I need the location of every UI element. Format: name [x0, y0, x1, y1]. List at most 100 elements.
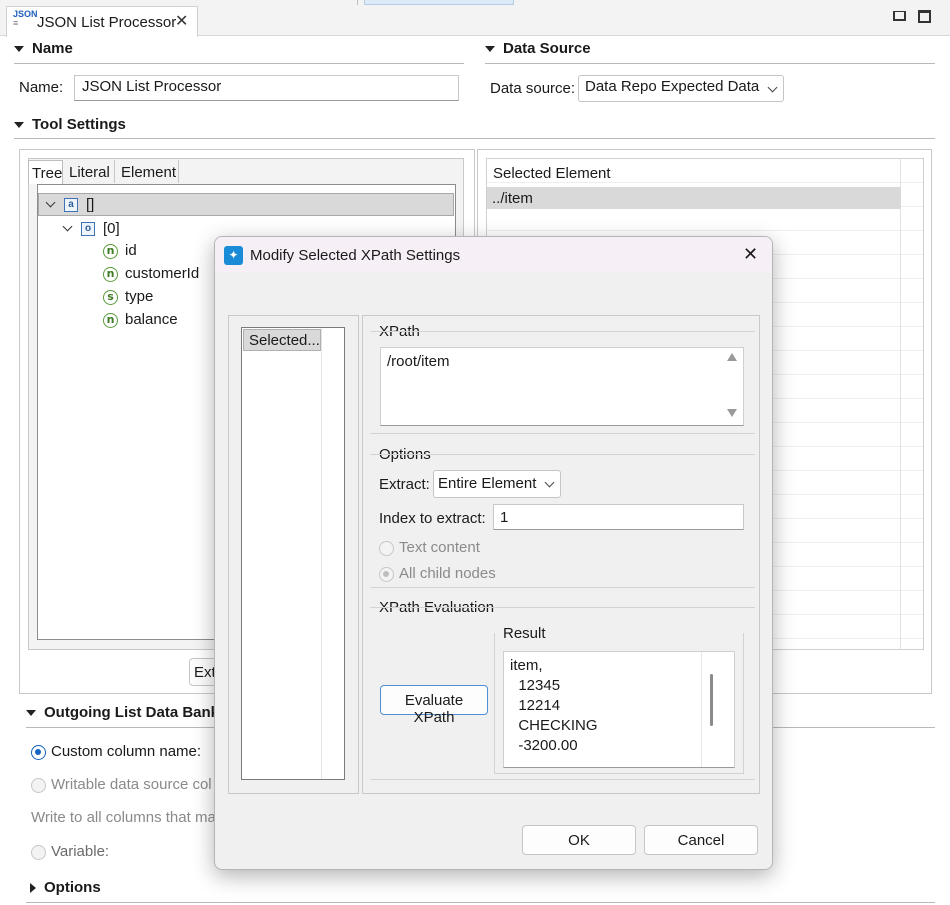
- tool-settings-title: Tool Settings: [32, 116, 126, 133]
- editor-tab-bar: JSON ≡ JSON List Processor ✕: [0, 6, 950, 37]
- tab-literal[interactable]: Literal: [64, 160, 115, 183]
- text-content-radio[interactable]: [379, 540, 394, 556]
- chevron-down-icon: [767, 82, 778, 93]
- list-column-divider: [321, 328, 322, 779]
- index-label: Index to extract:: [379, 510, 486, 527]
- index-input[interactable]: 1: [493, 504, 744, 530]
- json-file-icon: JSON ≡: [13, 9, 38, 28]
- tab-element[interactable]: Element: [116, 160, 179, 183]
- name-section-divider: [14, 63, 464, 64]
- custom-column-option[interactable]: Custom column name:: [31, 743, 201, 760]
- data-source-divider: [485, 63, 935, 64]
- table-column-divider: [900, 159, 901, 649]
- all-child-nodes-radio[interactable]: [379, 566, 394, 582]
- tool-settings-header[interactable]: Tool Settings: [14, 116, 126, 133]
- editor-tab[interactable]: JSON ≡ JSON List Processor ✕: [6, 6, 198, 37]
- name-input-value: JSON List Processor: [82, 78, 222, 95]
- result-line: -3200.00: [510, 737, 578, 754]
- ok-button[interactable]: OK: [522, 825, 636, 855]
- tree-row-id[interactable]: n id: [103, 242, 137, 259]
- collapse-triangle-icon: [14, 46, 24, 53]
- ok-button-label: OK: [568, 832, 590, 849]
- data-source-value: Data Repo Expected Data: [585, 78, 760, 95]
- table-row[interactable]: ../item: [487, 187, 901, 209]
- tree-node-label: [0]: [103, 220, 120, 237]
- evaluate-xpath-button[interactable]: Evaluate XPath: [380, 685, 488, 726]
- expand-chevron-icon: [62, 221, 73, 231]
- dialog-title: Modify Selected XPath Settings: [250, 247, 461, 264]
- result-textarea[interactable]: item, 12345 12214 CHECKING -3200.00: [503, 651, 735, 768]
- maximize-icon[interactable]: [918, 10, 931, 23]
- name-section-header[interactable]: Name: [14, 40, 73, 57]
- selected-element-column-header[interactable]: Selected Element: [493, 165, 611, 182]
- modify-xpath-dialog: ✦ Modify Selected XPath Settings ✕ Selec…: [214, 236, 773, 870]
- extract-select[interactable]: Entire Element: [433, 470, 561, 498]
- collapse-triangle-icon: [14, 122, 24, 129]
- options-divider: [26, 902, 935, 903]
- number-node-icon: n: [103, 266, 118, 282]
- data-source-section-title: Data Source: [503, 40, 591, 57]
- list-item-label: Selected...: [249, 332, 320, 349]
- data-source-label: Data source:: [490, 80, 576, 97]
- result-line: item,: [510, 657, 543, 674]
- outgoing-section-title: Outgoing List Data Bank: [44, 704, 220, 721]
- writable-column-radio[interactable]: [31, 777, 46, 793]
- tree-row-array[interactable]: a []: [38, 193, 454, 216]
- tab-element-label: Element: [121, 164, 177, 181]
- result-scrollbar-thumb[interactable]: [710, 674, 713, 726]
- extract-select-value: Entire Element: [438, 475, 537, 492]
- outgoing-section-header[interactable]: Outgoing List Data Bank: [26, 704, 219, 721]
- strip-divider: [357, 0, 358, 5]
- tree-node-label: []: [86, 196, 95, 213]
- tab-tree-label: Tree: [32, 165, 63, 182]
- tab-literal-label: Literal: [69, 164, 110, 181]
- selection-list[interactable]: [241, 327, 345, 780]
- extract-label: Extract:: [379, 476, 430, 493]
- scroll-up-arrow-icon[interactable]: [727, 353, 737, 361]
- app-icon: ✦: [224, 246, 243, 265]
- tree-node-label: type: [125, 288, 154, 305]
- index-input-value: 1: [500, 509, 509, 526]
- tree-node-label: id: [125, 242, 137, 259]
- tree-row-object[interactable]: o [0]: [62, 218, 120, 240]
- expand-triangle-icon: [30, 883, 36, 894]
- data-source-section-header[interactable]: Data Source: [485, 40, 591, 57]
- string-node-icon: s: [103, 289, 118, 305]
- writable-column-option[interactable]: Writable data source col: [31, 776, 212, 793]
- tree-row-type[interactable]: s type: [103, 288, 153, 305]
- minimize-icon[interactable]: [893, 11, 906, 21]
- custom-column-label: Custom column name:: [51, 743, 202, 760]
- cancel-button[interactable]: Cancel: [644, 825, 758, 855]
- name-section-title: Name: [32, 40, 73, 57]
- object-node-icon: o: [81, 222, 95, 237]
- data-source-select[interactable]: Data Repo Expected Data: [578, 75, 784, 102]
- variable-option[interactable]: Variable:: [31, 843, 109, 860]
- variable-radio[interactable]: [31, 844, 46, 860]
- name-input[interactable]: JSON List Processor: [74, 75, 459, 101]
- list-item[interactable]: Selected...: [243, 329, 321, 351]
- tree-row-customerid[interactable]: n customerId: [103, 265, 199, 282]
- xpath-textarea[interactable]: /root/item: [380, 347, 744, 426]
- selected-row-label: ../item: [492, 190, 533, 207]
- close-icon[interactable]: ✕: [743, 244, 758, 265]
- text-content-label: Text content: [399, 539, 480, 556]
- name-label: Name:: [19, 79, 64, 96]
- writable-column-label: Writable data source col: [51, 776, 212, 793]
- options-section-header[interactable]: Options: [30, 879, 101, 896]
- result-line: CHECKING: [510, 717, 598, 734]
- tool-settings-divider: [14, 138, 935, 139]
- result-line: 12214: [510, 697, 561, 714]
- text-content-option[interactable]: Text content: [379, 539, 480, 556]
- custom-column-radio[interactable]: [31, 744, 46, 760]
- tree-node-label: balance: [125, 311, 178, 328]
- all-child-nodes-option[interactable]: All child nodes: [379, 565, 496, 582]
- expand-chevron-icon: [45, 197, 56, 207]
- result-line: 12345: [510, 677, 561, 694]
- options-section-title: Options: [44, 879, 101, 896]
- tab-tree[interactable]: Tree: [28, 160, 63, 184]
- tree-row-balance[interactable]: n balance: [103, 311, 178, 328]
- result-scroll-track: [701, 652, 702, 767]
- close-tab-icon[interactable]: ✕: [175, 11, 188, 31]
- extract-button-label: Ext: [194, 664, 216, 681]
- scroll-down-arrow-icon[interactable]: [727, 409, 737, 417]
